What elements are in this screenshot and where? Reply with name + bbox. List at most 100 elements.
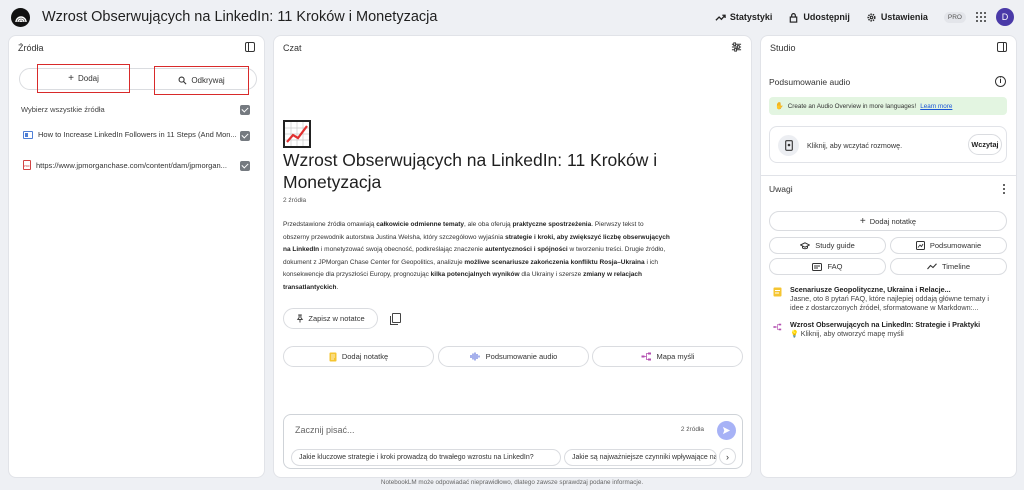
summary-highlight: możliwe scenariusze zakończenia konflikt…: [464, 258, 645, 266]
add-source-label: Dodaj: [77, 74, 99, 83]
source-count: 2 źródła: [283, 197, 307, 204]
send-icon: [722, 426, 731, 435]
collapse-sources-icon[interactable]: [245, 42, 255, 52]
faq-button[interactable]: FAQ: [769, 258, 886, 275]
timeline-icon: [927, 263, 937, 270]
summary-highlight: kilka potencjalnych wyników: [430, 271, 520, 278]
chat-input-box[interactable]: Zacznij pisać... 2 źródła Jakie kluczowe…: [283, 414, 743, 469]
add-note-button[interactable]: + Dodaj notatkę: [769, 211, 1007, 231]
notebook-summary: Przedstawione źródła omawiają całkowicie…: [283, 219, 671, 294]
summary-button[interactable]: Podsumowanie: [890, 237, 1007, 254]
phone-audio-icon: [778, 135, 799, 156]
sources-panel-title: Źródła: [18, 43, 44, 53]
suggestion-chip[interactable]: Jakie są najważniejsze czynniki wpływają…: [564, 449, 717, 466]
send-button[interactable]: [717, 421, 736, 440]
discover-search-icon: [178, 76, 187, 85]
stats-label: Statystyki: [729, 12, 773, 22]
timeline-label: Timeline: [941, 262, 971, 271]
audio-summary-action-label: Podsumowanie audio: [485, 352, 558, 361]
note-preview-text: Kliknij, aby otworzyć mapę myśli: [800, 329, 904, 338]
next-suggestions-chevron-icon[interactable]: ›: [719, 448, 736, 465]
summary-text: .: [336, 283, 339, 291]
summary-text: i monetyzować swoją obecność, podkreślaj…: [319, 246, 485, 253]
share-label: Udostępnij: [803, 12, 850, 22]
graduation-cap-icon: [800, 241, 811, 249]
chat-input-placeholder[interactable]: Zacznij pisać...: [295, 425, 355, 435]
source-item[interactable]: How to Increase LinkedIn Followers in 11…: [23, 130, 237, 139]
load-audio-button[interactable]: Wczytaj: [968, 134, 1002, 155]
settings-button[interactable]: Ustawienia: [866, 12, 928, 23]
audio-waveform-icon: [470, 352, 480, 361]
source-item-label: How to Increase LinkedIn Followers in 11…: [38, 130, 237, 139]
note-title: Scenariusze Geopolityczne, Ukraina i Rel…: [790, 285, 951, 294]
notebooklm-logo-icon[interactable]: [11, 8, 30, 27]
trending-up-icon: [715, 14, 726, 21]
summary-doc-icon: [915, 241, 925, 250]
summary-text: , ale oba oferują: [464, 221, 513, 228]
add-note-action-button[interactable]: Dodaj notatkę: [283, 346, 434, 367]
note-preview-line: idee z dostarczonych źródeł, sformatowan…: [790, 303, 979, 312]
timeline-button[interactable]: Timeline: [890, 258, 1007, 275]
save-to-note-button[interactable]: Zapisz w notatce: [283, 308, 378, 329]
study-guide-button[interactable]: Study guide: [769, 237, 886, 254]
notebook-title[interactable]: Wzrost Obserwujących na LinkedIn: 11 Kro…: [42, 9, 437, 25]
plus-icon: +: [68, 73, 74, 84]
summary-text: dla Ukrainy i szersze: [519, 271, 584, 278]
note-title: Wzrost Obserwujących na LinkedIn: Strate…: [790, 320, 981, 329]
select-all-checkbox[interactable]: [240, 105, 250, 115]
add-note-label: Dodaj notatkę: [869, 216, 917, 226]
sources-panel: Źródła + Dodaj Odkrywaj Wybierz wszystki…: [8, 35, 265, 478]
collapse-studio-icon[interactable]: [997, 42, 1007, 52]
audio-summary-action-button[interactable]: Podsumowanie audio: [438, 346, 589, 367]
notes-title: Uwagi: [769, 184, 793, 194]
hand-wave-icon: ✋: [775, 103, 784, 110]
avatar[interactable]: D: [996, 8, 1014, 26]
gear-icon: [867, 12, 876, 22]
source-checkbox[interactable]: [240, 131, 250, 141]
top-actions: Statystyki Udostępnij Ustawienia PRO D: [715, 6, 1014, 28]
source-item[interactable]: https://www.jpmorganchase.com/content/da…: [23, 160, 227, 170]
discover-sources-button[interactable]: Odkrywaj: [154, 66, 249, 95]
summary-highlight: autentyczności i spójności: [484, 246, 568, 253]
web-doc-icon: [23, 130, 33, 139]
pdf-icon: [23, 160, 31, 170]
apps-grid-icon[interactable]: [976, 12, 986, 22]
lightbulb-icon: 💡: [790, 331, 799, 338]
save-to-note-label: Zapisz w notatce: [308, 314, 365, 323]
audio-load-prompt: Kliknij, aby wczytać rozmowę.: [807, 141, 903, 150]
summary-highlight: praktyczne spostrzeżenia: [512, 221, 592, 228]
select-all-label: Wybierz wszystkie źródła: [21, 105, 105, 114]
language-banner: ✋ Create an Audio Overview in more langu…: [769, 97, 1007, 115]
chat-panel-title: Czat: [283, 43, 302, 53]
plus-icon: +: [859, 215, 866, 227]
note-preview-line: Jasne, oto 8 pytań FAQ, które najlepiej …: [790, 294, 989, 303]
source-item-label: https://www.jpmorganchase.com/content/da…: [36, 160, 227, 170]
faq-icon: [812, 262, 823, 271]
stats-button[interactable]: Statystyki: [715, 12, 773, 23]
note-preview-line: 💡 Kliknij, aby otworzyć mapę myśli: [790, 329, 904, 339]
more-options-icon[interactable]: [1003, 184, 1006, 194]
study-guide-label: Study guide: [815, 241, 855, 250]
studio-panel: Studio Podsumowanie audio i ✋ Create an …: [760, 35, 1017, 478]
chat-panel: Czat Wzrost Obserwujących na LinkedIn: 1…: [273, 35, 752, 478]
top-bar: Wzrost Obserwujących na LinkedIn: 11 Kro…: [0, 0, 1024, 34]
copy-icon[interactable]: [390, 313, 401, 325]
studio-panel-title: Studio: [770, 43, 796, 53]
discover-label: Odkrywaj: [191, 76, 225, 85]
tune-icon[interactable]: [731, 42, 742, 52]
learn-more-link[interactable]: Learn more: [920, 103, 952, 110]
add-source-button[interactable]: + Dodaj: [37, 64, 130, 93]
note-icon: [773, 287, 782, 297]
notebook-heading: Wzrost Obserwujących na LinkedIn: 11 Kro…: [283, 150, 658, 192]
chat-input-source-count: 2 źródła: [680, 426, 704, 433]
summary-text: Przedstawione źródła omawiają: [283, 221, 377, 228]
pro-badge: PRO: [943, 11, 966, 23]
mind-map-icon: [773, 323, 782, 331]
mind-map-action-button[interactable]: Mapa myśli: [592, 346, 743, 367]
lock-icon: [790, 12, 798, 23]
share-button[interactable]: Udostępnij: [788, 12, 850, 23]
summary-label: Podsumowanie: [929, 241, 982, 250]
source-checkbox[interactable]: [240, 161, 250, 171]
suggestion-chip[interactable]: Jakie kluczowe strategie i kroki prowadz…: [291, 449, 561, 466]
info-icon[interactable]: i: [995, 76, 1006, 87]
